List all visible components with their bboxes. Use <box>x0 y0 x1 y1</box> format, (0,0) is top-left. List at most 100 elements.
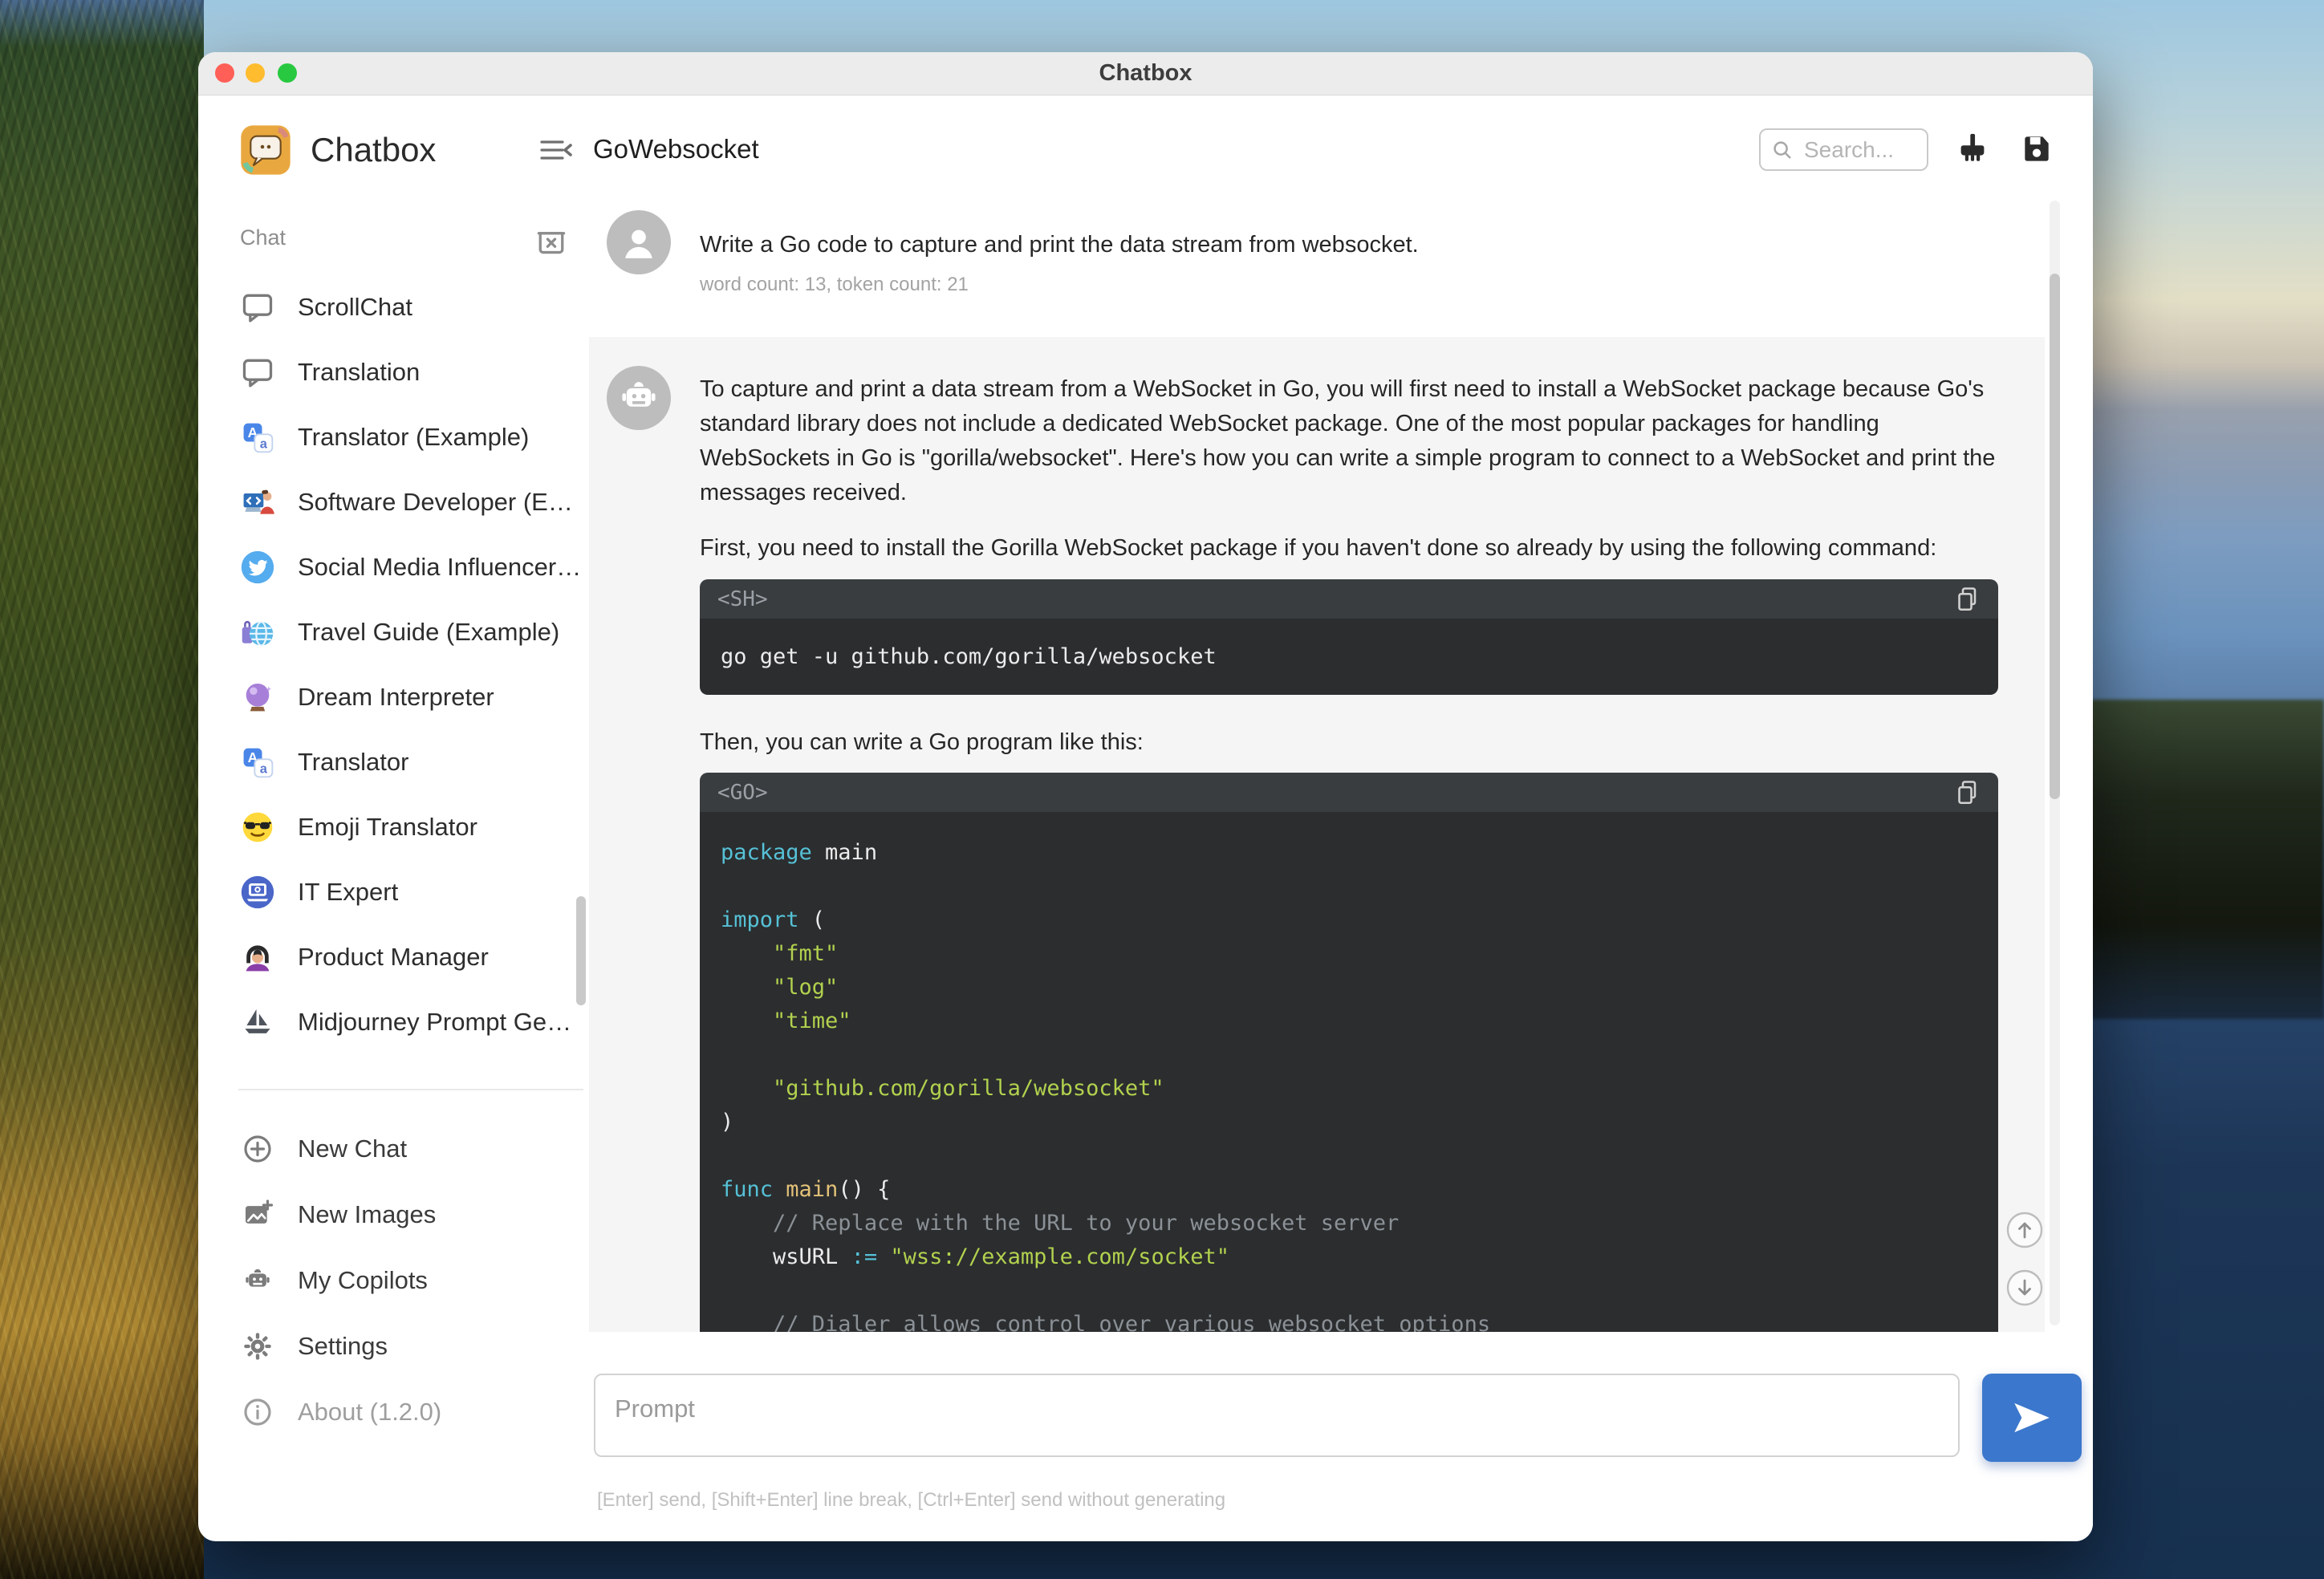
sidebar-footer: New Chat New Images My Copilots Settings Abo… <box>198 1116 589 1445</box>
chat-item-label: Product Manager <box>298 942 489 971</box>
chat-item-label: IT Expert <box>298 877 399 906</box>
go-code-body: package main import ( "fmt" "log" "time"… <box>700 812 1998 1332</box>
assistant-message-row: To capture and print a data stream from … <box>589 337 2045 1332</box>
footer-item-label: My Copilots <box>298 1266 428 1294</box>
clear-sessions-icon[interactable] <box>534 222 569 258</box>
send-icon <box>2014 1402 2050 1433</box>
sidebar-item-it-expert[interactable]: IT Expert <box>198 859 589 924</box>
sidebar-item-travel-guide-example[interactable]: Travel Guide (Example) <box>198 599 589 664</box>
code-header-sh: <SH> <box>700 579 1998 619</box>
composer: [Enter] send, [Shift+Enter] line break, … <box>589 1332 2093 1541</box>
sidebar-scrollbar-thumb[interactable] <box>576 896 586 1005</box>
sidebar-divider <box>238 1089 583 1090</box>
sidebar-item-translator-example[interactable]: Aa Translator (Example) <box>198 404 589 469</box>
code-line: "github.com/gorilla/websocket" <box>773 1076 1164 1101</box>
window-title: Chatbox <box>1099 60 1192 86</box>
sidebar-item-emoji-translator[interactable]: Emoji Translator <box>198 794 589 859</box>
chat-item-label: Software Developer (E… <box>298 487 573 516</box>
code-line: package main <box>721 840 878 865</box>
svg-text:a: a <box>260 761 268 776</box>
search-icon <box>1773 140 1791 159</box>
sidebar-item-translation[interactable]: Translation <box>198 339 589 404</box>
sidebar-item-social-media-influencer[interactable]: Social Media Influencer… <box>198 534 589 599</box>
translate-icon: Aa <box>240 745 275 780</box>
clean-messages-icon[interactable] <box>1952 129 1993 169</box>
code-line: "time" <box>773 1009 851 1033</box>
it-laptop-icon <box>240 875 275 910</box>
chat-item-label: Dream Interpreter <box>298 682 494 711</box>
send-button[interactable] <box>1982 1374 2082 1462</box>
footer-item-label: New Images <box>298 1200 437 1228</box>
chat-item-label: Social Media Influencer… <box>298 552 582 581</box>
travel-globe-icon <box>240 615 275 650</box>
composer-hint: [Enter] send, [Shift+Enter] line break, … <box>597 1489 1226 1511</box>
chat-list: ScrollChat Translation Aa Translator (Examp… <box>198 274 589 1054</box>
search-input[interactable] <box>1802 136 1918 164</box>
code-line: func main() { <box>721 1177 891 1202</box>
collapse-sidebar-icon[interactable] <box>535 131 574 169</box>
prompt-input[interactable] <box>594 1374 1960 1457</box>
assistant-avatar <box>607 366 671 430</box>
robot-icon <box>240 1263 275 1298</box>
chat-bubble-icon <box>240 355 275 390</box>
sidebar-item-translator[interactable]: Aa Translator <box>198 729 589 794</box>
sidebar-item-settings[interactable]: Settings <box>198 1313 589 1379</box>
wallpaper-forest <box>0 0 204 1579</box>
chat-item-label: ScrollChat <box>298 292 412 321</box>
sidebar-item-midjourney-prompt-ge[interactable]: Midjourney Prompt Ge… <box>198 989 589 1054</box>
code-lang-label: <SH> <box>717 587 768 611</box>
code-body-sh: go get -u github.com/gorilla/websocket <box>700 619 1998 695</box>
code-block-sh: <SH> go get -u github.com/gorilla/websoc… <box>700 579 1998 695</box>
user-avatar <box>607 210 671 274</box>
crystal-ball-icon <box>240 680 275 715</box>
footer-item-label: Settings <box>298 1332 388 1360</box>
message-scrollbar-thumb[interactable] <box>2050 274 2060 799</box>
code-line: // Dialer allows control over various we… <box>773 1312 1491 1332</box>
chat-section-label: Chat <box>240 225 286 250</box>
product-manager-icon <box>240 940 275 975</box>
code-header-go: <GO> <box>700 773 1998 812</box>
sidebar-item-about-1-2-0[interactable]: About (1.2.0) <box>198 1379 589 1445</box>
sidebar-item-new-images[interactable]: New Images <box>198 1182 589 1248</box>
code-lang-label: <GO> <box>717 780 768 805</box>
desktop: { "titlebar": { "title": "Chatbox" }, "s… <box>0 0 2324 1579</box>
chat-item-label: Travel Guide (Example) <box>298 617 560 646</box>
app-name: Chatbox <box>311 131 437 168</box>
message-list: Write a Go code to capture and print the… <box>589 197 2093 1332</box>
info-icon <box>240 1394 275 1430</box>
code-line: "log" <box>773 975 839 1000</box>
chat-item-label: Translation <box>298 357 421 386</box>
code-block-go: <GO> package main import ( "fmt" "log" "… <box>700 773 1998 1332</box>
user-message-meta: word count: 13, token count: 21 <box>700 274 969 295</box>
assistant-para2: First, you need to install the Gorilla W… <box>700 535 1937 561</box>
scroll-to-bottom-button[interactable] <box>2005 1268 2044 1307</box>
user-message-row: Write a Go code to capture and print the… <box>589 197 2045 337</box>
sailboat-icon <box>240 1005 275 1040</box>
scroll-to-top-button[interactable] <box>2005 1211 2044 1249</box>
message-scrollbar-track[interactable] <box>2050 201 2060 1325</box>
code-line: // Replace with the URL to your websocke… <box>773 1211 1400 1236</box>
developer-icon <box>240 485 275 520</box>
user-message: Write a Go code to capture and print the… <box>700 228 2008 296</box>
chat-item-label: Translator (Example) <box>298 422 530 451</box>
sidebar-item-new-chat[interactable]: New Chat <box>198 1116 589 1182</box>
copy-icon[interactable] <box>1953 778 1982 807</box>
copy-icon[interactable] <box>1953 585 1982 614</box>
sidebar-item-dream-interpreter[interactable]: Dream Interpreter <box>198 664 589 729</box>
app-logo-row: Chatbox <box>240 124 436 176</box>
chatbox-window: Chatbox Chatbox Chat ScrollChat Translati… <box>198 52 2093 1541</box>
emoji-sunglasses-icon <box>240 810 275 845</box>
gear-icon <box>240 1329 275 1364</box>
chat-bubble-icon <box>240 290 275 325</box>
sidebar-item-software-developer-e[interactable]: Software Developer (E… <box>198 469 589 534</box>
assistant-para1: To capture and print a data stream from … <box>700 376 1996 505</box>
sidebar-item-product-manager[interactable]: Product Manager <box>198 924 589 989</box>
sidebar-item-my-copilots[interactable]: My Copilots <box>198 1248 589 1313</box>
sidebar-item-scrollchat[interactable]: ScrollChat <box>198 274 589 339</box>
save-icon[interactable] <box>2017 129 2057 169</box>
translate-icon: Aa <box>240 420 275 455</box>
search-box <box>1759 128 1928 171</box>
